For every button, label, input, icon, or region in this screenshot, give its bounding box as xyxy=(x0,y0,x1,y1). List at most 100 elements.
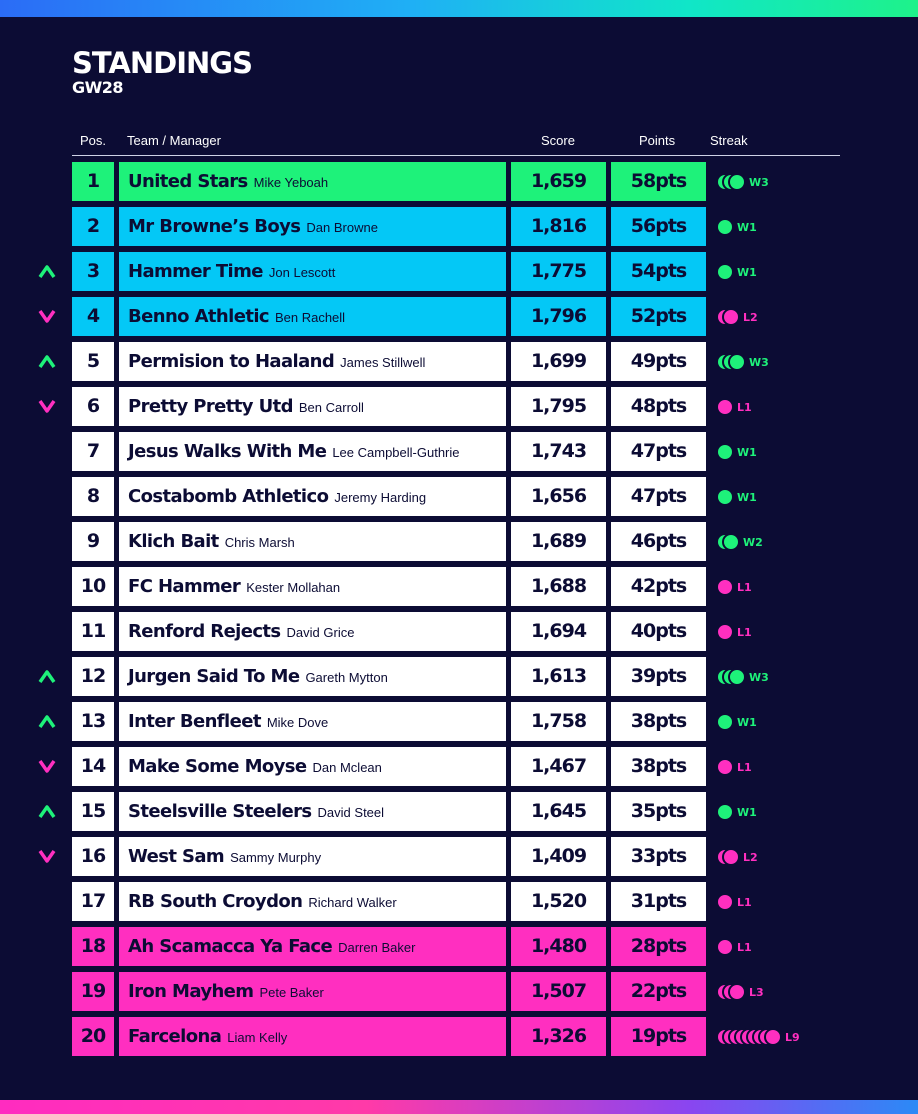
manager-name: Sammy Murphy xyxy=(230,850,322,865)
table-row[interactable]: 2 Mr Browne’s Boys Dan Browne 1,816 56pts W1 xyxy=(0,207,918,246)
position-cell: 13 xyxy=(72,702,114,741)
streak-indicator: L3 xyxy=(716,982,764,1002)
table-row[interactable]: 8 Costabomb Athletico Jeremy Harding 1,656 4… xyxy=(0,477,918,516)
team-name: Jurgen Said To Me xyxy=(128,666,300,687)
streak-dot-icon xyxy=(728,173,746,191)
header-team: Team / Manager xyxy=(127,133,221,148)
manager-name: Liam Kelly xyxy=(227,1030,288,1045)
team-cell: Hammer Time Jon Lescott xyxy=(119,252,506,291)
manager-name: Ben Carroll xyxy=(298,400,364,415)
score-cell: 1,758 xyxy=(511,702,606,741)
header-streak: Streak xyxy=(710,133,748,148)
table-row[interactable]: 1 United Stars Mike Yeboah 1,659 58pts W3 xyxy=(0,162,918,201)
table-row[interactable]: 7 Jesus Walks With Me Lee Campbell-Guthrie… xyxy=(0,432,918,471)
manager-name: Ben Rachell xyxy=(274,310,346,325)
table-row[interactable]: 9 Klich Bait Chris Marsh 1,689 46pts W2 xyxy=(0,522,918,561)
team-cell: Farcelona Liam Kelly xyxy=(119,1017,506,1056)
team-cell: Costabomb Athletico Jeremy Harding xyxy=(119,477,506,516)
team-cell: Pretty Pretty Utd Ben Carroll xyxy=(119,387,506,426)
team-name: Steelsville Steelers xyxy=(128,801,312,822)
team-cell: Make Some Moyse Dan Mclean xyxy=(119,747,506,786)
table-row[interactable]: 15 Steelsville Steelers David Steel 1,645 35… xyxy=(0,792,918,831)
points-cell: 56pts xyxy=(611,207,706,246)
streak-dot-icon xyxy=(716,623,734,641)
points-cell: 28pts xyxy=(611,927,706,966)
streak-label: L1 xyxy=(737,940,752,954)
table-header: Pos. Team / Manager Score Points Streak xyxy=(0,133,918,157)
team-name: Klich Bait xyxy=(128,531,219,552)
streak-indicator: W1 xyxy=(716,442,757,462)
streak-dot-icon xyxy=(728,983,746,1001)
score-cell: 1,507 xyxy=(511,972,606,1011)
manager-name: Richard Walker xyxy=(308,895,397,910)
position-cell: 2 xyxy=(72,207,114,246)
manager-name: Jon Lescott xyxy=(268,265,336,280)
streak-label: L2 xyxy=(743,850,758,864)
table-row[interactable]: 18 Ah Scamacca Ya Face Darren Baker 1,480 28… xyxy=(0,927,918,966)
table-row[interactable]: 5 Permision to Haaland James Stillwell 1,69… xyxy=(0,342,918,381)
manager-name: Dan Browne xyxy=(306,220,378,235)
streak-label: L1 xyxy=(737,400,752,414)
streak-dot-icon xyxy=(716,218,734,236)
team-cell: Permision to Haaland James Stillwell xyxy=(119,342,506,381)
table-row[interactable]: 14 Make Some Moyse Dan Mclean 1,467 38pts L1 xyxy=(0,747,918,786)
table-row[interactable]: 11 Renford Rejects David Grice 1,694 40pts L1 xyxy=(0,612,918,651)
position-cell: 10 xyxy=(72,567,114,606)
streak-indicator: W3 xyxy=(716,352,769,372)
arrow-up-icon xyxy=(38,265,56,279)
score-cell: 1,326 xyxy=(511,1017,606,1056)
arrow-up-icon xyxy=(38,805,56,819)
header-pos: Pos. xyxy=(80,133,107,148)
team-name: Permision to Haaland xyxy=(128,351,335,372)
streak-indicator: L1 xyxy=(716,577,752,597)
score-cell: 1,645 xyxy=(511,792,606,831)
table-row[interactable]: 20 Farcelona Liam Kelly 1,326 19pts L9 xyxy=(0,1017,918,1056)
score-cell: 1,467 xyxy=(511,747,606,786)
team-cell: Renford Rejects David Grice xyxy=(119,612,506,651)
streak-dot-icon xyxy=(722,308,740,326)
score-cell: 1,816 xyxy=(511,207,606,246)
points-cell: 39pts xyxy=(611,657,706,696)
streak-indicator: L1 xyxy=(716,622,752,642)
table-row[interactable]: 16 West Sam Sammy Murphy 1,409 33pts L2 xyxy=(0,837,918,876)
score-cell: 1,775 xyxy=(511,252,606,291)
position-cell: 3 xyxy=(72,252,114,291)
points-cell: 49pts xyxy=(611,342,706,381)
position-cell: 1 xyxy=(72,162,114,201)
streak-label: L1 xyxy=(737,580,752,594)
streak-indicator: L2 xyxy=(716,847,758,867)
table-row[interactable]: 6 Pretty Pretty Utd Ben Carroll 1,795 48pts L… xyxy=(0,387,918,426)
arrow-down-icon xyxy=(38,309,56,323)
table-row[interactable]: 4 Benno Athletic Ben Rachell 1,796 52pts L2 xyxy=(0,297,918,336)
table-row[interactable]: 10 FC Hammer Kester Mollahan 1,688 42pts L1 xyxy=(0,567,918,606)
team-name: FC Hammer xyxy=(128,576,241,597)
team-name: Make Some Moyse xyxy=(128,756,307,777)
points-cell: 48pts xyxy=(611,387,706,426)
manager-name: David Steel xyxy=(317,805,385,820)
team-cell: Mr Browne’s Boys Dan Browne xyxy=(119,207,506,246)
team-name: Inter Benfleet xyxy=(128,711,261,732)
position-cell: 20 xyxy=(72,1017,114,1056)
table-row[interactable]: 3 Hammer Time Jon Lescott 1,775 54pts W1 xyxy=(0,252,918,291)
points-cell: 38pts xyxy=(611,702,706,741)
team-name: Hammer Time xyxy=(128,261,263,282)
points-cell: 54pts xyxy=(611,252,706,291)
manager-name: Darren Baker xyxy=(338,940,416,955)
table-row[interactable]: 12 Jurgen Said To Me Gareth Mytton 1,613 39p… xyxy=(0,657,918,696)
points-cell: 42pts xyxy=(611,567,706,606)
streak-indicator: W1 xyxy=(716,802,757,822)
position-cell: 8 xyxy=(72,477,114,516)
manager-name: Gareth Mytton xyxy=(305,670,388,685)
arrow-up-icon xyxy=(38,670,56,684)
table-row[interactable]: 17 RB South Croydon Richard Walker 1,520 31p… xyxy=(0,882,918,921)
streak-label: W3 xyxy=(749,175,769,189)
team-name: Pretty Pretty Utd xyxy=(128,396,293,417)
manager-name: Jeremy Harding xyxy=(334,490,427,505)
table-row[interactable]: 19 Iron Mayhem Pete Baker 1,507 22pts L3 xyxy=(0,972,918,1011)
points-cell: 38pts xyxy=(611,747,706,786)
team-cell: Inter Benfleet Mike Dove xyxy=(119,702,506,741)
position-cell: 9 xyxy=(72,522,114,561)
streak-indicator: L1 xyxy=(716,892,752,912)
table-row[interactable]: 13 Inter Benfleet Mike Dove 1,758 38pts W1 xyxy=(0,702,918,741)
streak-label: L9 xyxy=(785,1030,800,1044)
